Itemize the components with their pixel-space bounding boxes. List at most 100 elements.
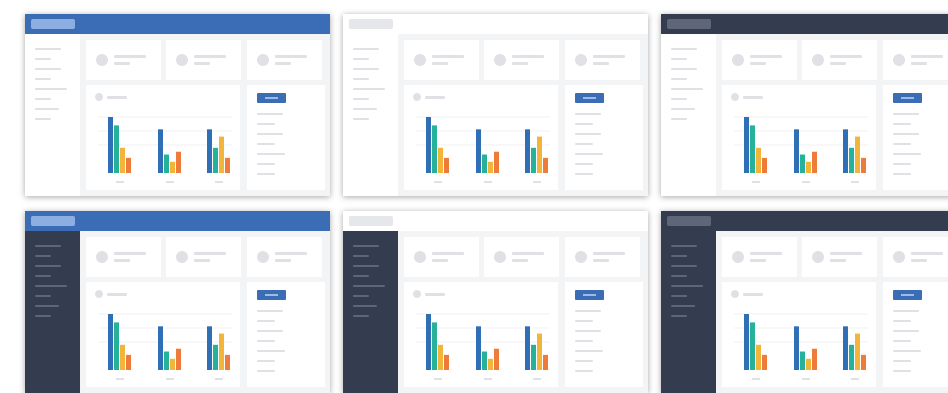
panel-line-placeholder bbox=[575, 133, 601, 135]
top-bar bbox=[25, 211, 330, 231]
sidebar-item[interactable] bbox=[353, 88, 385, 90]
action-button[interactable] bbox=[257, 93, 286, 103]
chart-bar bbox=[476, 129, 481, 173]
dashboard-preview-white-light[interactable] bbox=[343, 14, 648, 196]
dashboard-preview-dark-light[interactable] bbox=[661, 14, 948, 196]
stat-label-placeholder bbox=[194, 259, 210, 262]
sidebar-item[interactable] bbox=[671, 58, 687, 60]
sidebar-item[interactable] bbox=[35, 78, 51, 80]
sidebar-item[interactable] bbox=[671, 275, 687, 277]
stat-card bbox=[484, 40, 559, 80]
sidebar-item[interactable] bbox=[35, 285, 67, 287]
chart-bar bbox=[213, 344, 218, 370]
chart-bar bbox=[207, 326, 212, 370]
sidebar-item[interactable] bbox=[35, 108, 59, 110]
sidebar-item[interactable] bbox=[353, 305, 377, 307]
stat-icon-placeholder bbox=[414, 251, 426, 263]
panel-line-placeholder bbox=[893, 113, 919, 115]
sidebar-item[interactable] bbox=[35, 275, 51, 277]
sidebar-item[interactable] bbox=[671, 315, 687, 317]
chart-bar bbox=[531, 147, 536, 173]
x-tick-label-placeholder bbox=[802, 181, 810, 183]
sidebar-item[interactable] bbox=[353, 265, 379, 267]
stat-value-placeholder bbox=[275, 55, 307, 58]
x-tick-label-placeholder bbox=[116, 378, 124, 380]
stat-icon-placeholder bbox=[812, 251, 824, 263]
sidebar-item[interactable] bbox=[353, 78, 369, 80]
sidebar-item[interactable] bbox=[671, 98, 687, 100]
action-button[interactable] bbox=[257, 290, 286, 300]
sidebar-item[interactable] bbox=[353, 98, 369, 100]
sidebar-item[interactable] bbox=[671, 265, 697, 267]
stat-label-placeholder bbox=[432, 259, 448, 262]
sidebar-item[interactable] bbox=[671, 68, 697, 70]
stat-label-placeholder bbox=[275, 62, 291, 65]
side-panel bbox=[883, 85, 948, 190]
sidebar-item[interactable] bbox=[353, 58, 369, 60]
stat-value-placeholder bbox=[593, 55, 625, 58]
bar-chart bbox=[734, 313, 868, 380]
sidebar-item[interactable] bbox=[671, 118, 687, 120]
side-panel bbox=[565, 282, 643, 387]
sidebar-item[interactable] bbox=[35, 68, 61, 70]
panel-line-placeholder bbox=[893, 133, 919, 135]
sidebar-item[interactable] bbox=[671, 108, 695, 110]
sidebar-item[interactable] bbox=[35, 315, 51, 317]
sidebar-item[interactable] bbox=[35, 58, 51, 60]
sidebar-item[interactable] bbox=[353, 255, 369, 257]
sidebar-item[interactable] bbox=[671, 295, 687, 297]
bar-chart bbox=[98, 313, 232, 380]
chart-bar bbox=[855, 333, 860, 370]
sidebar-item[interactable] bbox=[671, 285, 703, 287]
chart-bar bbox=[426, 314, 431, 370]
action-button[interactable] bbox=[893, 93, 922, 103]
stat-card bbox=[247, 237, 322, 277]
chart-bar bbox=[426, 117, 431, 173]
chart-bar bbox=[476, 326, 481, 370]
sidebar-item[interactable] bbox=[671, 78, 687, 80]
sidebar-item[interactable] bbox=[353, 245, 379, 247]
sidebar-item[interactable] bbox=[353, 285, 385, 287]
chart-bar bbox=[225, 157, 230, 173]
sidebar-item[interactable] bbox=[353, 315, 369, 317]
sidebar-item[interactable] bbox=[35, 88, 67, 90]
chart-bar bbox=[843, 129, 848, 173]
sidebar-item[interactable] bbox=[35, 265, 61, 267]
sidebar-item[interactable] bbox=[353, 295, 369, 297]
dashboard-preview-blue-dark[interactable] bbox=[25, 211, 330, 393]
top-bar bbox=[343, 211, 648, 231]
logo-placeholder bbox=[31, 19, 75, 29]
stat-value-placeholder bbox=[911, 55, 943, 58]
sidebar-item[interactable] bbox=[35, 305, 59, 307]
sidebar-item[interactable] bbox=[35, 255, 51, 257]
panel-line-placeholder bbox=[893, 350, 921, 352]
sidebar-item[interactable] bbox=[671, 255, 687, 257]
side-panel bbox=[883, 282, 948, 387]
sidebar-item[interactable] bbox=[35, 118, 51, 120]
dashboard-preview-blue-light[interactable] bbox=[25, 14, 330, 196]
dashboard-preview-dark-dark[interactable] bbox=[661, 211, 948, 393]
sidebar-item[interactable] bbox=[671, 48, 697, 50]
panel-line-placeholder bbox=[257, 370, 275, 372]
sidebar-item[interactable] bbox=[353, 118, 369, 120]
chart-bar bbox=[762, 354, 767, 370]
action-button[interactable] bbox=[575, 93, 604, 103]
sidebar-item[interactable] bbox=[671, 305, 695, 307]
sidebar-item[interactable] bbox=[353, 68, 379, 70]
panel-line-placeholder bbox=[575, 123, 593, 125]
sidebar-item[interactable] bbox=[35, 295, 51, 297]
sidebar-item[interactable] bbox=[35, 98, 51, 100]
action-button[interactable] bbox=[893, 290, 922, 300]
stat-icon-placeholder bbox=[575, 251, 587, 263]
sidebar-item[interactable] bbox=[671, 245, 697, 247]
stat-value-placeholder bbox=[432, 55, 464, 58]
sidebar-item[interactable] bbox=[35, 245, 61, 247]
action-button[interactable] bbox=[575, 290, 604, 300]
chart-bar bbox=[108, 314, 113, 370]
sidebar-item[interactable] bbox=[353, 108, 377, 110]
sidebar-item[interactable] bbox=[35, 48, 61, 50]
sidebar-item[interactable] bbox=[671, 88, 703, 90]
sidebar-item[interactable] bbox=[353, 275, 369, 277]
sidebar-item[interactable] bbox=[353, 48, 379, 50]
dashboard-preview-white-dark[interactable] bbox=[343, 211, 648, 393]
